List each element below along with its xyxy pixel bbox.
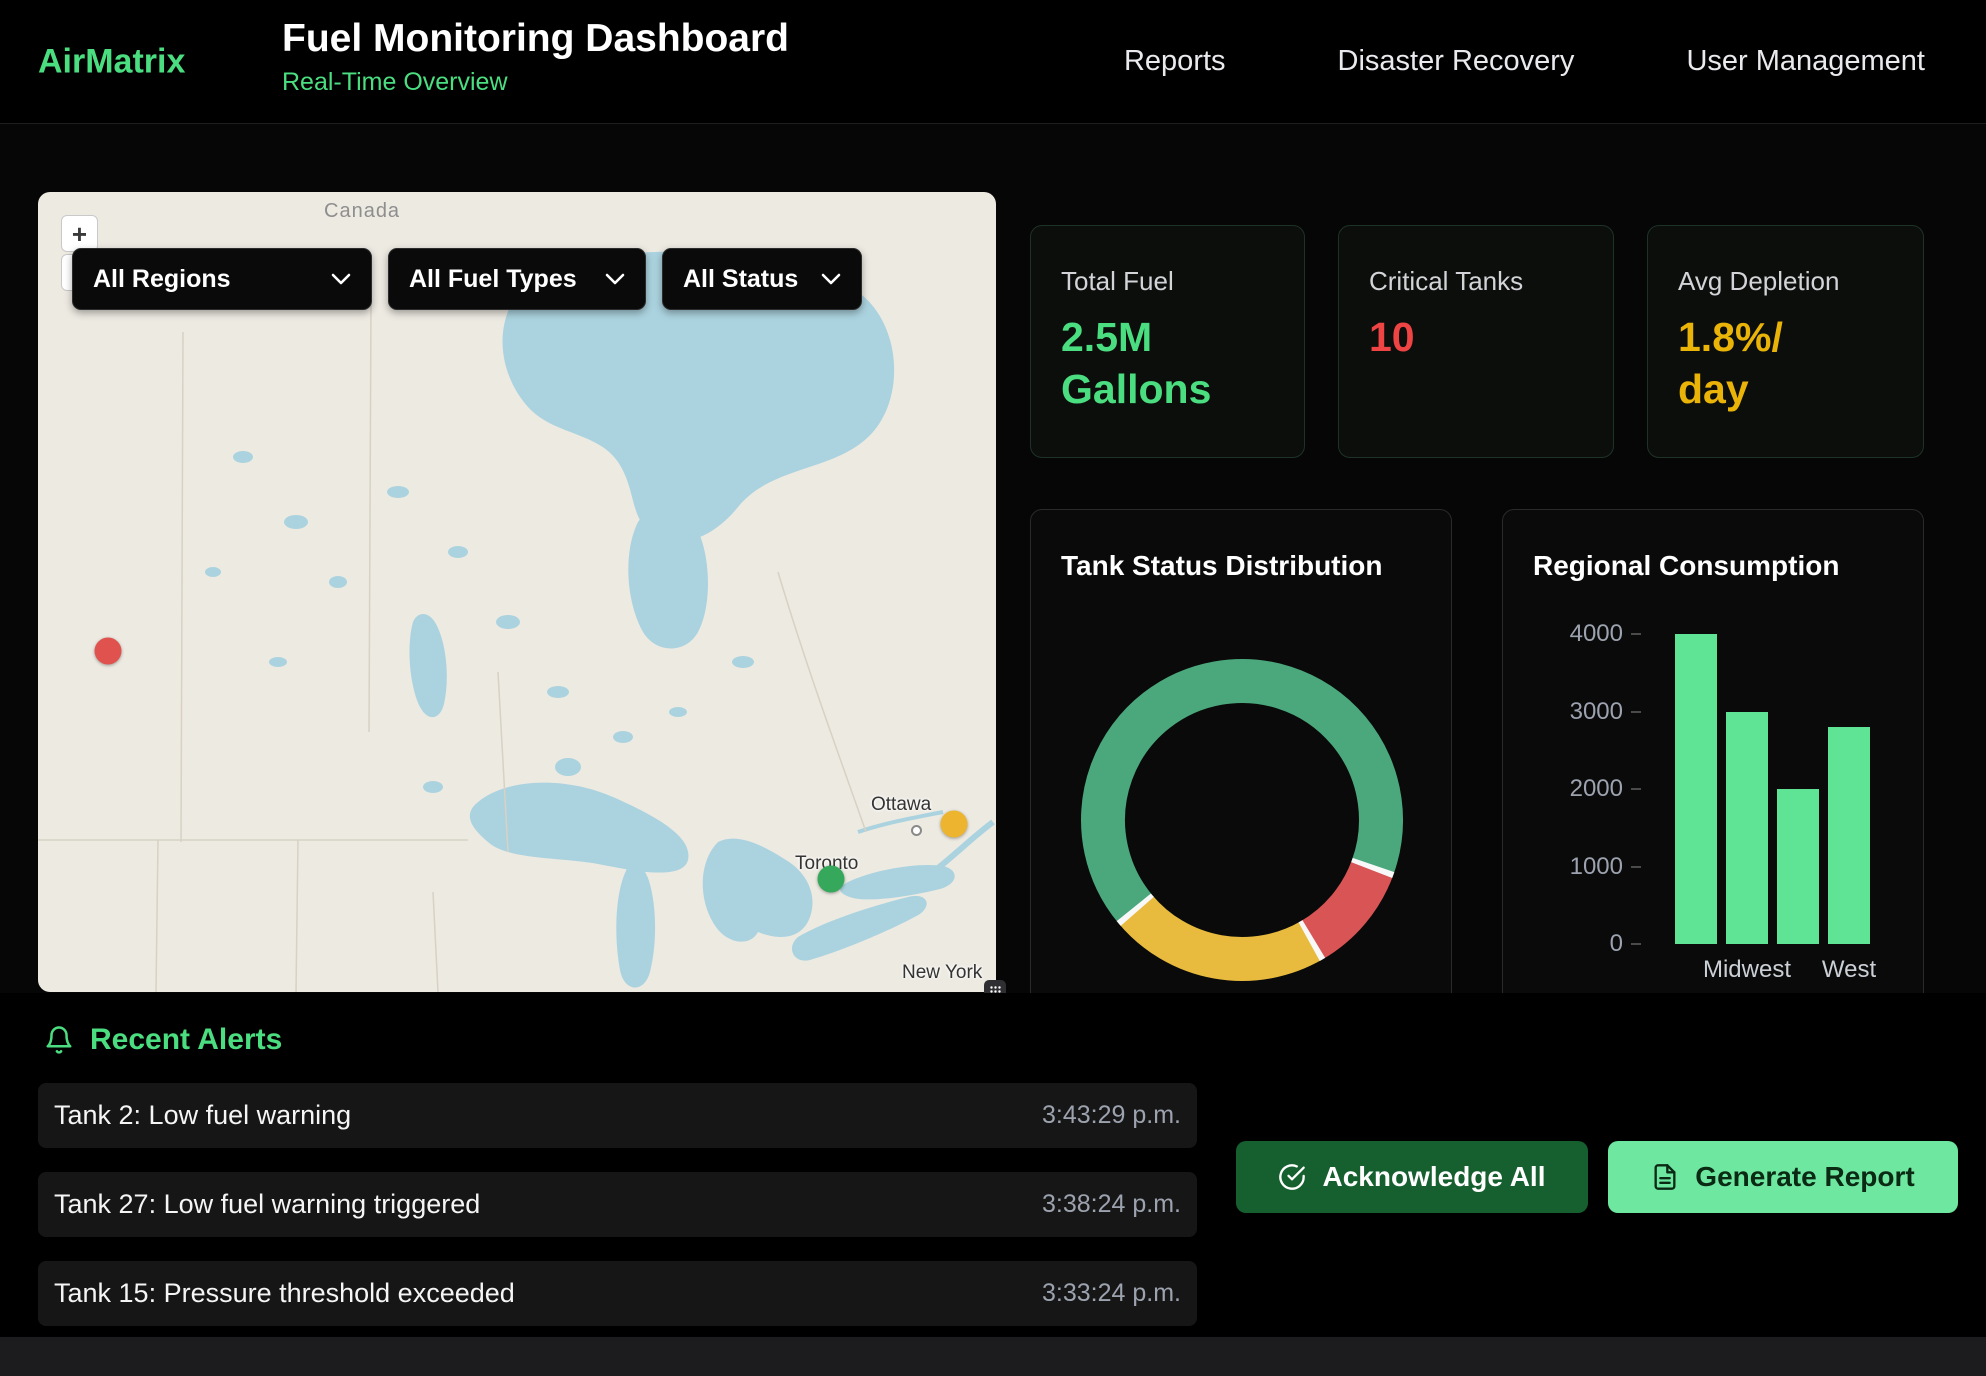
alert-row[interactable]: Tank 15: Pressure threshold exceeded 3:3… <box>38 1261 1197 1326</box>
critical-tanks-value: 10 <box>1369 311 1534 363</box>
y-axis-tick <box>1631 711 1641 713</box>
chevron-down-icon <box>605 273 625 285</box>
check-circle-icon <box>1278 1163 1306 1191</box>
map-panel[interactable]: Canada OttawaTorontoNew York + − All Reg… <box>38 192 996 992</box>
y-axis-tick <box>1631 788 1641 790</box>
total-fuel-card: Total Fuel 2.5M Gallons <box>1030 225 1305 458</box>
y-axis-label: 4000 <box>1533 620 1623 648</box>
donut-segment-normal <box>1103 681 1381 909</box>
region-filter-dropdown[interactable]: All Regions <box>72 248 372 310</box>
nav-user-management[interactable]: User Management <box>1686 45 1925 78</box>
alerts-title: Recent Alerts <box>90 1023 282 1057</box>
chart-title: Tank Status Distribution <box>1061 550 1383 582</box>
consumption-bar <box>1726 712 1768 945</box>
y-axis-tick <box>1631 633 1641 635</box>
generate-report-button[interactable]: Generate Report <box>1608 1141 1958 1213</box>
y-axis-label: 3000 <box>1533 698 1623 726</box>
tank-marker-normal[interactable] <box>818 866 845 893</box>
app-root: AirMatrix Fuel Monitoring Dashboard Real… <box>0 0 1986 1376</box>
generate-report-label: Generate Report <box>1695 1161 1914 1193</box>
stat-label: Avg Depletion <box>1678 266 1893 297</box>
donut-segment-separator <box>1372 865 1374 870</box>
fuel-type-filter-value: All Fuel Types <box>409 265 577 294</box>
acknowledge-all-button[interactable]: Acknowledge All <box>1236 1141 1588 1213</box>
y-axis-label: 1000 <box>1533 853 1623 881</box>
donut-segment-separator <box>1134 907 1137 911</box>
town-dot-icon <box>911 825 922 836</box>
title-block: Fuel Monitoring Dashboard Real-Time Over… <box>282 17 789 97</box>
region-filter-value: All Regions <box>93 265 231 294</box>
main-nav: Reports Disaster Recovery User Managemen… <box>1124 0 1925 123</box>
status-filter-value: All Status <box>683 265 798 294</box>
header: AirMatrix Fuel Monitoring Dashboard Real… <box>0 0 1986 124</box>
alert-row[interactable]: Tank 2: Low fuel warning 3:43:29 p.m. <box>38 1083 1197 1148</box>
consumption-bar <box>1777 789 1819 944</box>
critical-tanks-card: Critical Tanks 10 <box>1338 225 1614 458</box>
chevron-down-icon <box>331 273 351 285</box>
alert-timestamp: 3:38:24 p.m. <box>1042 1190 1181 1219</box>
page-subtitle: Real-Time Overview <box>282 68 789 97</box>
nav-reports[interactable]: Reports <box>1124 45 1226 78</box>
tank-marker-warning[interactable] <box>941 811 968 838</box>
map-label-new-york: New York <box>902 962 982 984</box>
regional-consumption-card: Regional Consumption 01000200030004000Mi… <box>1502 509 1924 993</box>
y-axis-tick <box>1631 943 1641 945</box>
chevron-down-icon <box>821 273 841 285</box>
y-axis-label: 2000 <box>1533 775 1623 803</box>
charts-row: Tank Status Distribution Regional Consum… <box>1030 509 1930 993</box>
tank-marker-critical[interactable] <box>95 638 122 665</box>
avg-depletion-value: 1.8%/ day <box>1678 311 1843 415</box>
recent-alerts-section: Recent Alerts Tank 2: Low fuel warning 3… <box>0 993 1986 1337</box>
brand-logo[interactable]: AirMatrix <box>38 42 185 81</box>
regional-consumption-bar-chart: 01000200030004000MidwestWest <box>1503 510 1923 993</box>
alert-row[interactable]: Tank 27: Low fuel warning triggered 3:38… <box>38 1172 1197 1237</box>
zoom-in-button[interactable]: + <box>61 215 98 252</box>
consumption-bar <box>1675 634 1717 944</box>
alert-message: Tank 2: Low fuel warning <box>54 1100 351 1131</box>
tank-status-card: Tank Status Distribution <box>1030 509 1452 993</box>
stat-label: Critical Tanks <box>1369 266 1583 297</box>
bell-icon <box>44 1025 74 1055</box>
alerts-heading: Recent Alerts <box>44 1023 282 1057</box>
map-label-canada: Canada <box>324 200 400 223</box>
donut-segment-critical <box>1312 868 1373 941</box>
footer-strip <box>0 1337 1986 1376</box>
donut-segment-separator <box>1309 939 1314 942</box>
y-axis-tick <box>1631 866 1641 868</box>
stat-label: Total Fuel <box>1061 266 1274 297</box>
map-filter-bar: All Regions All Fuel Types All Status <box>72 248 862 310</box>
page-title: Fuel Monitoring Dashboard <box>282 17 789 61</box>
total-fuel-value: 2.5M Gallons <box>1061 311 1226 415</box>
tank-status-donut-chart <box>1031 630 1453 993</box>
report-document-icon <box>1651 1163 1679 1191</box>
fuel-type-filter-dropdown[interactable]: All Fuel Types <box>388 248 646 310</box>
alert-timestamp: 3:33:24 p.m. <box>1042 1279 1181 1308</box>
avg-depletion-card: Avg Depletion 1.8%/ day <box>1647 225 1924 458</box>
consumption-bar <box>1828 727 1870 944</box>
nav-disaster-recovery[interactable]: Disaster Recovery <box>1338 45 1575 78</box>
alert-message: Tank 27: Low fuel warning triggered <box>54 1189 480 1220</box>
alert-message: Tank 15: Pressure threshold exceeded <box>54 1278 515 1309</box>
acknowledge-all-label: Acknowledge All <box>1322 1161 1545 1193</box>
map-label-ottawa: Ottawa <box>871 794 931 816</box>
x-axis-label: West <box>1789 956 1909 984</box>
y-axis-label: 0 <box>1533 930 1623 958</box>
alert-timestamp: 3:43:29 p.m. <box>1042 1101 1181 1130</box>
donut-segment-warning <box>1136 909 1312 959</box>
status-filter-dropdown[interactable]: All Status <box>662 248 862 310</box>
